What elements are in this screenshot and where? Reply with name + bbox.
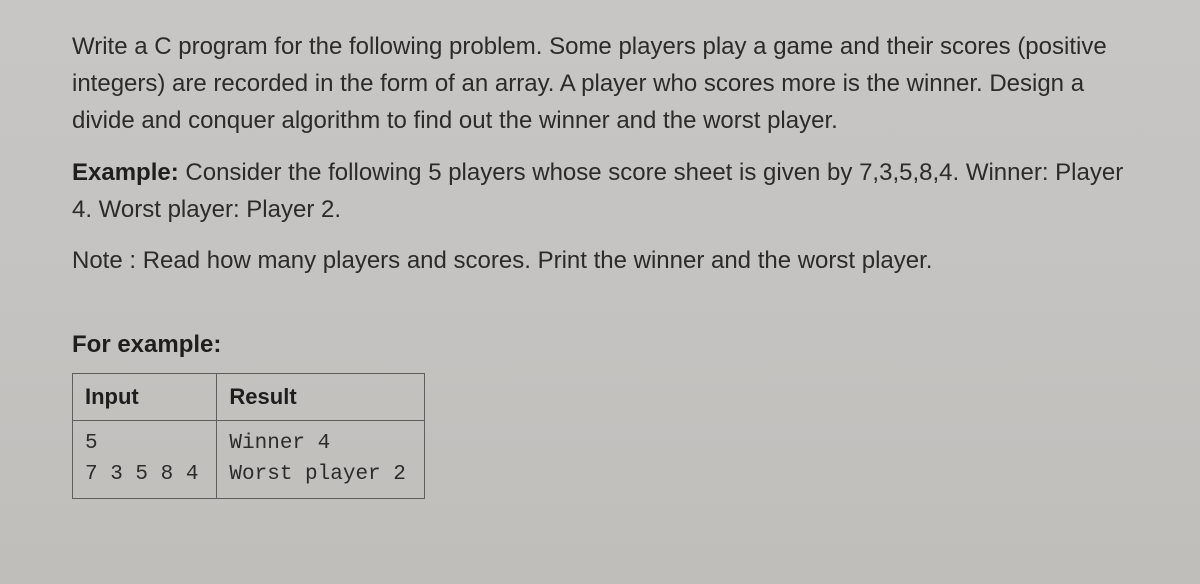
- document-page: Write a C program for the following prob…: [0, 0, 1200, 499]
- for-example-heading: For example:: [72, 331, 1138, 359]
- table-header-row: Input Result: [73, 374, 425, 421]
- example-table: Input Result 5 7 3 5 8 4 Winner 4 Worst …: [72, 373, 425, 499]
- table-cell-input: 5 7 3 5 8 4: [73, 421, 217, 499]
- table-header-result: Result: [217, 374, 424, 421]
- example-paragraph: Example: Consider the following 5 player…: [72, 154, 1138, 228]
- example-text: Consider the following 5 players whose s…: [72, 159, 1123, 223]
- table-cell-result: Winner 4 Worst player 2: [217, 421, 424, 499]
- problem-statement: Write a C program for the following prob…: [72, 28, 1138, 140]
- table-header-input: Input: [73, 374, 217, 421]
- note-paragraph: Note : Read how many players and scores.…: [72, 242, 1138, 279]
- table-row: 5 7 3 5 8 4 Winner 4 Worst player 2: [73, 421, 425, 499]
- example-label: Example:: [72, 159, 179, 186]
